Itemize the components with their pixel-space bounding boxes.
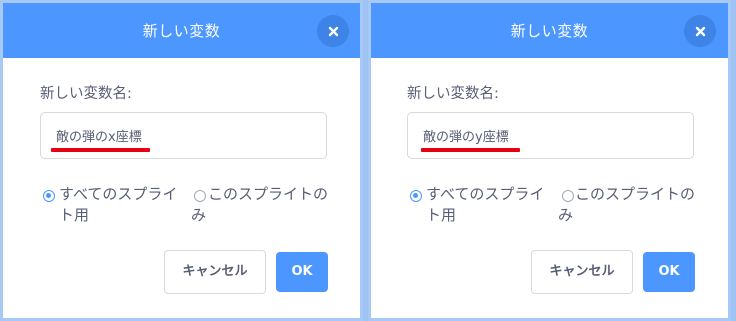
radio-all-sprites-label[interactable]: すべてのスプライト用 (59, 184, 189, 226)
dialog-title: 新しい変数 (510, 22, 589, 40)
radio-all-sprites[interactable] (410, 190, 422, 202)
variable-name-label: 新しい変数名: (407, 86, 499, 102)
radio-this-sprite-only-label[interactable]: このスプライトのみ (191, 184, 331, 226)
radio-all-sprites[interactable] (43, 190, 55, 202)
cancel-button[interactable]: キャンセル (164, 250, 266, 294)
dialog-header: 新しい変数 (3, 3, 360, 58)
close-icon (695, 26, 705, 36)
radio-all-sprites-label[interactable]: すべてのスプライト用 (426, 184, 556, 226)
dialog-header: 新しい変数 (371, 3, 728, 58)
radio-this-sprite-only-label[interactable]: このスプライトのみ (558, 184, 698, 226)
variable-name-label: 新しい変数名: (40, 86, 132, 102)
dialog-title: 新しい変数 (142, 22, 221, 40)
highlight-underline (421, 148, 520, 152)
close-icon (328, 26, 338, 36)
close-button[interactable] (317, 15, 349, 47)
new-variable-dialog-1: 新しい変数 新しい変数名: すべてのスプライト用 このスプライトのみ キャンセル… (0, 0, 363, 321)
close-button[interactable] (684, 15, 716, 47)
cancel-button[interactable]: キャンセル (531, 250, 633, 294)
ok-button[interactable]: OK (276, 252, 328, 292)
highlight-underline (51, 148, 150, 152)
ok-button[interactable]: OK (643, 252, 695, 292)
new-variable-dialog-2: 新しい変数 新しい変数名: すべてのスプライト用 このスプライトのみ キャンセル… (368, 0, 731, 321)
